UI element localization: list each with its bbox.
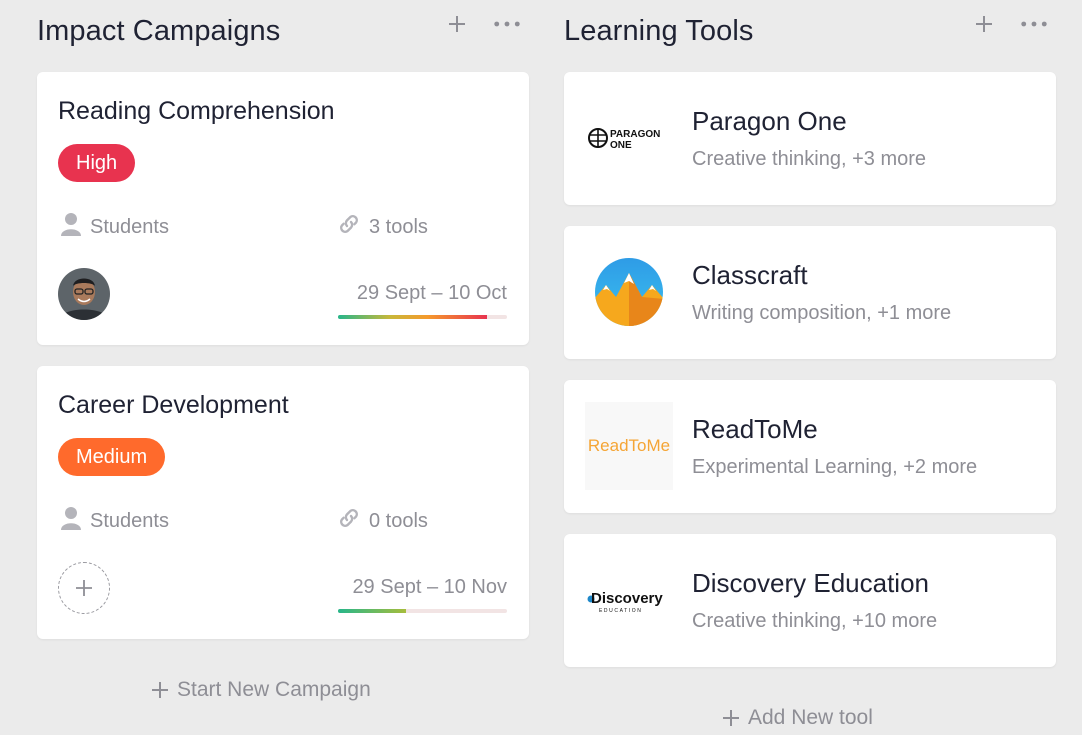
tools-meta: 3 tools <box>337 212 428 242</box>
campaign-card[interactable]: Reading Comprehension High Students 3 to… <box>37 72 529 345</box>
tool-subtitle: Writing composition, +1 more <box>692 302 952 324</box>
ellipsis-icon[interactable] <box>1020 10 1048 38</box>
ellipsis-icon[interactable] <box>493 10 521 38</box>
progress-bar <box>338 609 507 613</box>
tool-name: Discovery Education <box>692 568 929 598</box>
readtome-logo: ReadToMe <box>585 402 673 490</box>
tools-header: Learning Tools <box>564 0 1056 72</box>
paragon-logo-text-2: ONE <box>610 140 632 151</box>
plus-icon <box>76 580 92 596</box>
tool-name: Classcraft <box>692 260 808 290</box>
campaign-title: Career Development <box>58 391 289 419</box>
audience-label: Students <box>90 215 169 238</box>
classcraft-logo <box>585 248 673 336</box>
progress-fill <box>338 609 406 613</box>
progress-fill <box>338 315 487 319</box>
priority-badge: High <box>58 144 136 182</box>
paragon-one-logo: PARAGON ONE <box>585 94 673 182</box>
audience-meta: Students <box>60 212 169 242</box>
tool-card[interactable]: ReadToMe ReadToMe Experimental Learning,… <box>564 380 1056 513</box>
tool-card[interactable]: PARAGON ONE Paragon One Creative thinkin… <box>564 72 1056 205</box>
avatar[interactable] <box>58 268 110 320</box>
tool-name: Paragon One <box>692 106 847 136</box>
audience-label: Students <box>90 509 169 532</box>
user-icon <box>60 212 82 242</box>
audience-meta: Students <box>60 506 169 536</box>
readtome-logo-text: ReadToMe <box>587 436 671 455</box>
link-icon <box>337 212 361 242</box>
campaigns-header: Impact Campaigns <box>37 0 529 72</box>
start-new-campaign-label: Start New Campaign <box>177 678 371 701</box>
tool-name: ReadToMe <box>692 414 818 444</box>
tools-count: 3 tools <box>369 215 428 238</box>
plus-icon <box>723 710 739 726</box>
tool-card[interactable]: Classcraft Writing composition, +1 more <box>564 226 1056 359</box>
campaigns-column: Impact Campaigns Reading Comprehension H… <box>37 0 529 701</box>
discovery-education-logo: Discovery EDUCATION <box>585 556 673 644</box>
plus-icon[interactable] <box>443 10 471 38</box>
add-new-tool-button[interactable]: Add New tool <box>722 706 873 730</box>
tools-column: Learning Tools PARAGON ONE Paragon One C… <box>564 0 1056 729</box>
campaign-title: Reading Comprehension <box>58 97 335 125</box>
plus-icon[interactable] <box>970 10 998 38</box>
tools-meta: 0 tools <box>337 506 428 536</box>
plus-icon <box>152 682 168 698</box>
discovery-logo-text: Discovery <box>591 590 663 607</box>
add-member-button[interactable] <box>58 562 110 614</box>
paragon-logo-text-1: PARAGON <box>610 129 660 140</box>
tool-subtitle: Creative thinking, +10 more <box>692 610 938 632</box>
tool-subtitle: Experimental Learning, +2 more <box>692 456 978 478</box>
progress-bar <box>338 315 507 319</box>
tool-subtitle: Creative thinking, +3 more <box>692 148 927 170</box>
date-range: 29 Sept – 10 Nov <box>352 576 507 598</box>
campaigns-title: Impact Campaigns <box>37 15 281 47</box>
priority-badge: Medium <box>58 438 166 476</box>
tools-title: Learning Tools <box>564 15 754 47</box>
campaign-card[interactable]: Career Development Medium Students 0 too… <box>37 366 529 639</box>
tool-card[interactable]: Discovery EDUCATION Discovery Education … <box>564 534 1056 667</box>
start-new-campaign-button[interactable]: Start New Campaign <box>151 678 371 702</box>
education-logo-text: EDUCATION <box>599 608 642 614</box>
date-range: 29 Sept – 10 Oct <box>356 282 507 304</box>
tools-count: 0 tools <box>369 509 428 532</box>
link-icon <box>337 506 361 536</box>
user-icon <box>60 506 82 536</box>
add-new-tool-label: Add New tool <box>748 706 873 729</box>
